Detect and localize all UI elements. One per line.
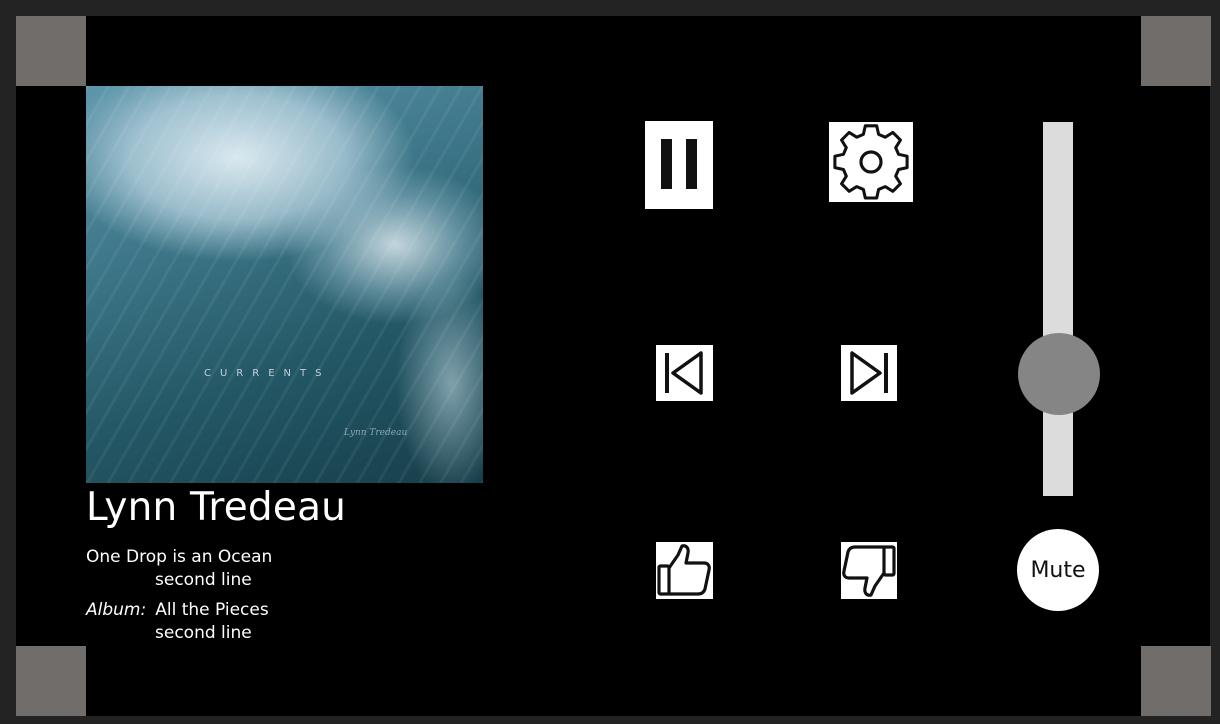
corner-marker-bottom-right xyxy=(1141,646,1211,716)
like-button[interactable] xyxy=(656,542,713,599)
mute-button[interactable]: Mute xyxy=(1017,529,1099,611)
previous-track-button[interactable] xyxy=(656,345,713,401)
pause-icon xyxy=(661,139,697,189)
thumbs-up-icon xyxy=(657,544,711,596)
pause-button[interactable] xyxy=(645,121,713,209)
volume-slider-track[interactable] xyxy=(1043,122,1073,496)
corner-marker-top-left xyxy=(16,16,86,86)
album-info: Album: All the Pieces xyxy=(86,602,269,619)
artist-name: Lynn Tredeau xyxy=(86,485,347,530)
album-name-second-line: second line xyxy=(155,623,252,643)
volume-slider-thumb[interactable] xyxy=(1018,333,1100,415)
dislike-button[interactable] xyxy=(841,542,897,599)
gear-icon xyxy=(833,124,909,200)
album-art-title: CURRENTS xyxy=(204,368,331,379)
album-label: Album: xyxy=(86,600,147,620)
skip-previous-icon xyxy=(665,351,703,395)
song-title-second-line: second line xyxy=(155,570,252,590)
album-name: All the Pieces xyxy=(155,600,269,620)
corner-marker-top-right xyxy=(1141,16,1211,86)
song-title: One Drop is an Ocean xyxy=(86,547,273,567)
album-art-texture xyxy=(86,86,483,483)
album-art-signature: Lynn Tredeau xyxy=(344,428,408,438)
corner-marker-bottom-left xyxy=(16,646,86,716)
album-art: CURRENTS Lynn Tredeau xyxy=(86,86,483,483)
next-track-button[interactable] xyxy=(841,345,897,401)
thumbs-down-icon xyxy=(842,545,896,597)
settings-button[interactable] xyxy=(829,122,913,202)
skip-next-icon xyxy=(850,351,888,395)
